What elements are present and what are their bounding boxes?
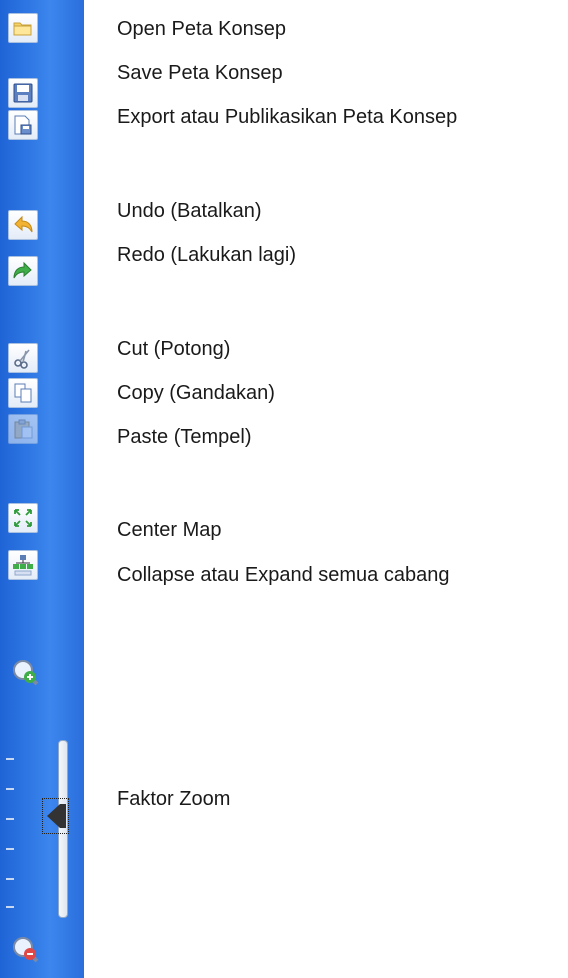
export-button[interactable] (8, 110, 38, 140)
open-button[interactable] (8, 13, 38, 43)
paste-button[interactable] (8, 414, 38, 444)
label-collapse-expand: Collapse atau Expand semua cabang (117, 564, 450, 586)
label-save: Save Peta Konsep (117, 62, 283, 84)
zoom-tick (6, 818, 14, 820)
slider-handle-icon (47, 804, 66, 828)
copy-icon (14, 383, 32, 403)
zoom-in-icon[interactable] (10, 657, 42, 689)
vertical-toolbar (0, 0, 84, 978)
undo-arrow-icon (14, 215, 33, 233)
zoom-tick (6, 878, 14, 880)
label-paste: Paste (Tempel) (117, 426, 252, 448)
save-disk-icon (13, 83, 33, 103)
label-zoom: Faktor Zoom (117, 788, 231, 810)
collapse-expand-button[interactable] (8, 550, 38, 580)
label-open: Open Peta Konsep (117, 18, 287, 40)
label-copy: Copy (Gandakan) (117, 382, 275, 404)
collapse-expand-tree-icon (13, 555, 33, 576)
zoom-tick (6, 906, 14, 908)
label-undo: Undo (Batalkan) (117, 200, 262, 222)
redo-button[interactable] (8, 256, 38, 286)
zoom-out-icon[interactable] (10, 934, 42, 966)
center-map-icon (14, 509, 32, 527)
copy-button[interactable] (8, 378, 38, 408)
label-center-map: Center Map (117, 519, 222, 541)
scissors-icon (14, 349, 30, 369)
save-button[interactable] (8, 78, 38, 108)
cut-button[interactable] (8, 343, 38, 373)
zoom-tick (6, 848, 14, 850)
zoom-tick (6, 788, 14, 790)
export-icon (14, 115, 32, 135)
folder-open-icon (13, 22, 32, 36)
label-export: Export atau Publikasikan Peta Konsep (117, 106, 458, 128)
paste-icon (14, 419, 33, 439)
zoom-slider-thumb[interactable] (42, 798, 69, 834)
label-redo: Redo (Lakukan lagi) (117, 244, 296, 266)
undo-button[interactable] (8, 210, 38, 240)
zoom-tick (6, 758, 14, 760)
center-map-button[interactable] (8, 503, 38, 533)
label-cut: Cut (Potong) (117, 338, 231, 360)
redo-arrow-icon (13, 261, 32, 279)
